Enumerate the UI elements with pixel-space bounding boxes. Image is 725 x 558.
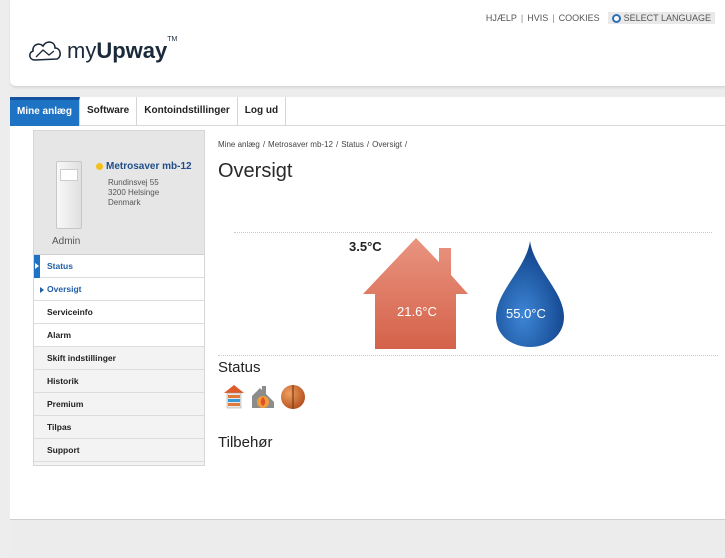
outdoor-temperature: 3.5°C <box>349 239 382 254</box>
divider <box>218 355 718 356</box>
device-address: Rundinsvej 55 3200 Helsinge Denmark <box>108 178 159 208</box>
sidebar-item-label: Status <box>47 261 73 271</box>
accessories-heading: Tilbehør <box>218 434 273 451</box>
hot-water-temperature: 55.0°C <box>506 306 546 321</box>
device-name-text: Metrosaver mb-12 <box>106 161 192 172</box>
breadcrumb-item[interactable]: Oversigt <box>372 140 402 149</box>
sidebar-item-tilpas[interactable]: Tilpas <box>34 416 204 439</box>
heating-radiator-icon[interactable] <box>222 384 246 410</box>
address-line: Denmark <box>108 198 141 207</box>
hvis-link[interactable]: HVIS <box>527 13 548 23</box>
tab-kontoindstillinger[interactable]: Kontoindstillinger <box>137 97 238 126</box>
breadcrumb: Mine anlæg / Metrosaver mb-12/Status / Overs… <box>218 140 410 149</box>
tab-software[interactable]: Software <box>80 97 138 126</box>
breadcrumb-separator: / <box>366 140 370 149</box>
address-line: Rundinsvej 55 <box>108 178 159 187</box>
status-icons <box>222 384 306 410</box>
select-language-label: SELECT LANGUAGE <box>623 13 711 23</box>
breadcrumb-separator: / <box>335 140 339 149</box>
breadcrumb-item[interactable]: Mine anlæg <box>218 140 260 149</box>
cloud-logo-icon <box>29 41 61 61</box>
help-link[interactable]: HJÆLP <box>486 13 517 23</box>
sidebar-item-skift-indstillinger[interactable]: Skift indstillinger <box>34 347 204 370</box>
sidebar-item-label: Oversigt <box>47 284 82 294</box>
tab-mine-anlaeg[interactable]: Mine anlæg <box>10 97 81 126</box>
sidebar-item-status[interactable]: Status <box>34 255 204 278</box>
breadcrumb-item[interactable]: Status <box>341 140 364 149</box>
water-drop-icon <box>496 241 564 347</box>
page-title: Oversigt <box>218 160 293 182</box>
indoor-temperature: 21.6°C <box>397 304 437 319</box>
heat-pump-device-image <box>56 161 82 229</box>
top-links: HJÆLP | HVIS | COOKIES SELECT LANGUAGE <box>486 12 715 24</box>
status-heading: Status <box>218 359 261 376</box>
sidebar: Admin Metrosaver mb-12 Rundinsvej 55 320… <box>33 130 205 466</box>
device-card[interactable]: Admin Metrosaver mb-12 Rundinsvej 55 320… <box>34 131 204 255</box>
breadcrumb-separator: / <box>262 140 266 149</box>
site-header: HJÆLP | HVIS | COOKIES SELECT LANGUAGE m… <box>10 0 725 87</box>
caret-right-icon <box>40 287 44 293</box>
role-label: Admin <box>52 236 81 247</box>
divider <box>234 232 712 233</box>
logo-text: myUpwayTM <box>67 36 178 63</box>
breadcrumb-item[interactable]: Metrosaver mb-12 <box>268 140 333 149</box>
cookies-link[interactable]: COOKIES <box>559 13 600 23</box>
main-content: Admin Metrosaver mb-12 Rundinsvej 55 320… <box>10 126 725 519</box>
logo[interactable]: myUpwayTM <box>27 36 178 65</box>
compressor-flame-icon[interactable] <box>250 384 276 410</box>
sidebar-item-alarm[interactable]: Alarm <box>34 324 204 347</box>
heat-pump-ball-icon[interactable] <box>280 384 306 410</box>
caret-right-icon <box>35 263 39 269</box>
sidebar-item-oversigt[interactable]: Oversigt <box>34 278 204 301</box>
separator: | <box>520 13 524 23</box>
sidebar-item-support[interactable]: Support <box>34 439 204 462</box>
device-name: Metrosaver mb-12 <box>96 161 192 172</box>
address-line: 3200 Helsinge <box>108 188 160 197</box>
breadcrumb-separator: / <box>404 140 408 149</box>
sidebar-item-premium[interactable]: Premium <box>34 393 204 416</box>
separator: | <box>552 13 555 23</box>
sidebar-item-historik[interactable]: Historik <box>34 370 204 393</box>
tab-log-ud[interactable]: Log ud <box>238 97 287 126</box>
select-language-button[interactable]: SELECT LANGUAGE <box>607 12 715 24</box>
footer <box>10 519 725 558</box>
sidebar-item-serviceinfo[interactable]: Serviceinfo <box>34 301 204 324</box>
globe-icon <box>611 13 621 23</box>
main-nav: Mine anlæg Software Kontoindstillinger L… <box>10 97 725 126</box>
status-dot-icon <box>96 163 103 170</box>
